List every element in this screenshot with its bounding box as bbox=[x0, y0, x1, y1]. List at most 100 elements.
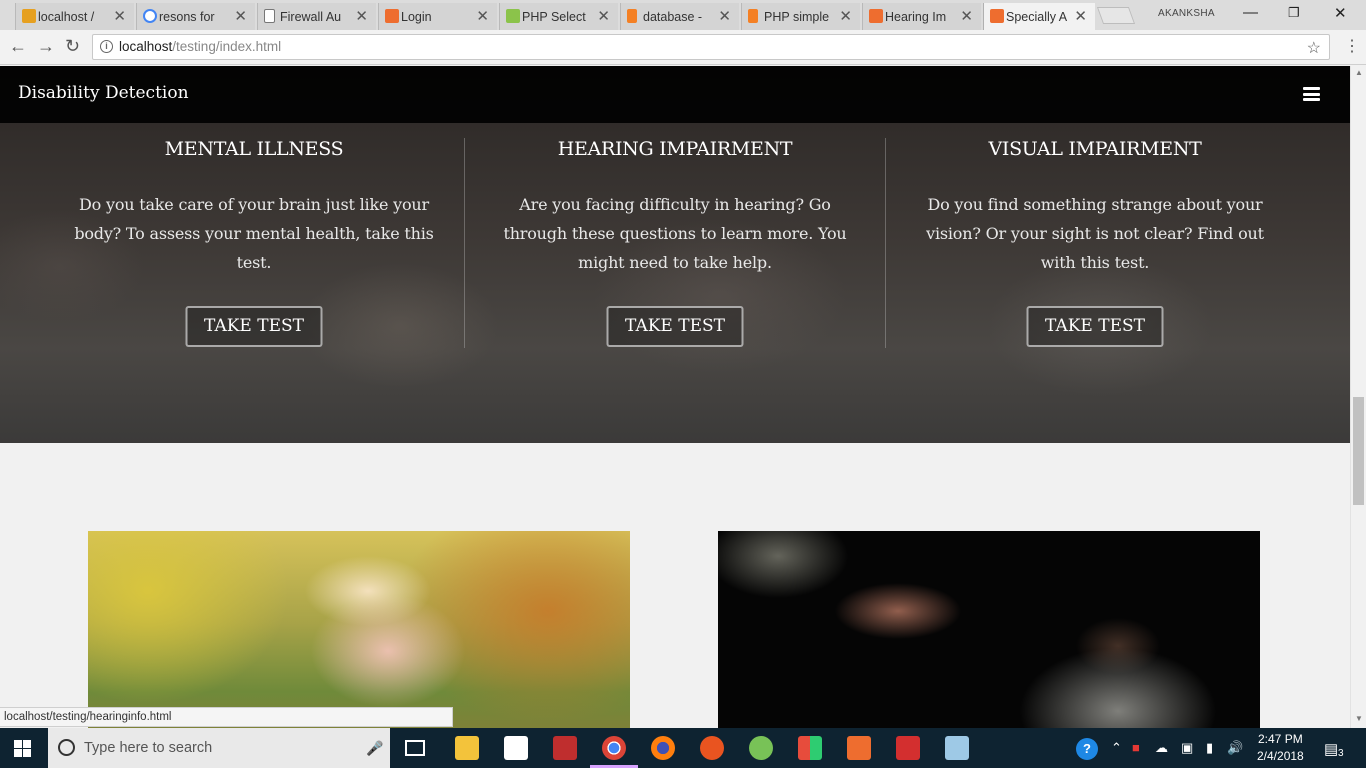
take-test-button[interactable]: TAKE TEST bbox=[606, 306, 744, 347]
tab-title: PHP Select bbox=[522, 9, 586, 24]
gift-icon[interactable]: ■ bbox=[1132, 740, 1140, 755]
tab-title: localhost / bbox=[38, 9, 95, 24]
close-tab-icon[interactable]: ✕ bbox=[476, 7, 489, 25]
taskbar-search-input[interactable]: Type here to search 🎤 bbox=[48, 728, 390, 768]
profile-name[interactable]: AKANKSHA bbox=[1158, 8, 1215, 19]
tab-title: Specially A bbox=[1006, 9, 1068, 24]
take-test-button[interactable]: TAKE TEST bbox=[1026, 306, 1164, 347]
link-status-bar: localhost/testing/hearinginfo.html bbox=[0, 707, 453, 727]
browser-tab[interactable]: database - ✕ bbox=[620, 3, 739, 30]
chrome-icon[interactable] bbox=[602, 736, 626, 760]
take-test-button[interactable]: TAKE TEST bbox=[185, 306, 323, 347]
taskbar-clock[interactable]: 2:47 PM 2/4/2018 bbox=[1257, 731, 1304, 765]
url-path: /testing/index.html bbox=[172, 39, 282, 54]
close-tab-icon[interactable]: ✕ bbox=[960, 7, 973, 25]
scroll-down-icon[interactable]: ▼ bbox=[1355, 714, 1363, 723]
phpmyadmin-favicon-icon bbox=[22, 9, 36, 23]
browser-tab[interactable]: Firewall Au ✕ bbox=[257, 3, 376, 30]
xampp-icon[interactable] bbox=[847, 736, 871, 760]
search-placeholder: Type here to search bbox=[84, 740, 213, 756]
android-studio-icon[interactable] bbox=[749, 736, 773, 760]
scrollbar-thumb[interactable] bbox=[1353, 397, 1364, 505]
office-icon[interactable] bbox=[798, 736, 822, 760]
scroll-up-icon[interactable]: ▲ bbox=[1355, 68, 1363, 77]
microphone-icon[interactable]: 🎤 bbox=[366, 728, 383, 768]
xampp-favicon-icon bbox=[385, 9, 399, 23]
page-viewport: MENTAL ILLNESS Do you take care of your … bbox=[0, 66, 1350, 728]
close-tab-icon[interactable]: ✕ bbox=[234, 7, 247, 25]
browser-tab-active[interactable]: Specially A ✕ bbox=[983, 3, 1095, 30]
restore-icon[interactable]: ❐ bbox=[1288, 5, 1300, 21]
store-icon[interactable] bbox=[504, 736, 528, 760]
tab-title: database - bbox=[643, 9, 703, 24]
section-hearing-impairment: HEARING IMPAIRMENT Are you facing diffic… bbox=[465, 138, 885, 348]
battery-icon[interactable]: ▮ bbox=[1206, 740, 1213, 756]
close-tab-icon[interactable]: ✕ bbox=[839, 7, 852, 25]
info-icon[interactable]: i bbox=[100, 40, 113, 53]
reload-icon[interactable]: ↻ bbox=[65, 36, 80, 57]
notepad-icon[interactable] bbox=[945, 736, 969, 760]
url-host: localhost bbox=[119, 39, 173, 54]
filezilla-icon[interactable] bbox=[553, 736, 577, 760]
browser-tab[interactable]: PHP Select ✕ bbox=[499, 3, 618, 30]
section-title: VISUAL IMPAIRMENT bbox=[988, 138, 1202, 160]
action-center-icon[interactable]: ▤ bbox=[1324, 740, 1338, 758]
hamburger-menu-icon[interactable] bbox=[1303, 87, 1320, 101]
section-title: MENTAL ILLNESS bbox=[164, 138, 344, 160]
ubuntu-icon[interactable] bbox=[700, 736, 724, 760]
back-icon[interactable]: ← bbox=[9, 36, 27, 57]
close-tab-icon[interactable]: ✕ bbox=[355, 7, 368, 25]
windows-taskbar: Type here to search 🎤 ? ⌃ ■ ☁ ▣ ▮ 🔊 2:47… bbox=[0, 728, 1366, 768]
tab-title: Hearing Im bbox=[885, 9, 947, 24]
section-description: Do you take care of your brain just like… bbox=[74, 195, 434, 272]
w3schools-favicon-icon bbox=[506, 9, 520, 23]
tab-title: resons for bbox=[159, 9, 215, 24]
tab-title: Login bbox=[401, 9, 432, 24]
close-window-icon[interactable]: ✕ bbox=[1334, 4, 1347, 22]
browser-tab[interactable]: resons for ✕ bbox=[136, 3, 255, 30]
section-description: Do you find something strange about your… bbox=[926, 195, 1264, 272]
stackoverflow-favicon-icon bbox=[748, 9, 758, 23]
chrome-menu-icon[interactable]: ⋮ bbox=[1344, 36, 1360, 56]
task-view-icon[interactable] bbox=[405, 740, 425, 756]
section-mental-illness: MENTAL ILLNESS Do you take care of your … bbox=[44, 138, 464, 348]
volume-icon[interactable]: 🔊 bbox=[1227, 740, 1243, 756]
tab-title: PHP simple bbox=[764, 9, 830, 24]
site-brand[interactable]: Disability Detection bbox=[18, 83, 189, 103]
browser-tab[interactable]: Hearing Im ✕ bbox=[862, 3, 981, 30]
browser-tab[interactable]: Login ✕ bbox=[378, 3, 497, 30]
wheelchair-woman-photo bbox=[88, 531, 630, 728]
help-icon[interactable]: ? bbox=[1076, 738, 1098, 760]
section-description: Are you facing difficulty in hearing? Go… bbox=[503, 195, 847, 272]
new-tab-button[interactable] bbox=[1096, 7, 1136, 24]
close-tab-icon[interactable]: ✕ bbox=[1074, 7, 1087, 25]
address-bar[interactable]: i localhost/testing/index.html ☆ bbox=[92, 34, 1330, 60]
minimize-icon[interactable]: — bbox=[1243, 4, 1258, 21]
close-tab-icon[interactable]: ✕ bbox=[718, 7, 731, 25]
clock-time: 2:47 PM bbox=[1258, 732, 1303, 746]
file-explorer-icon[interactable] bbox=[455, 736, 479, 760]
windows-start-icon[interactable] bbox=[14, 740, 31, 757]
browser-tab[interactable]: PHP simple ✕ bbox=[741, 3, 860, 30]
section-title: HEARING IMPAIRMENT bbox=[557, 138, 793, 160]
page-scrollbar[interactable]: ▲ ▼ bbox=[1350, 66, 1366, 728]
acrobat-icon[interactable] bbox=[896, 736, 920, 760]
network-icon[interactable]: ▣ bbox=[1181, 740, 1193, 756]
forward-icon[interactable]: → bbox=[37, 36, 55, 57]
site-navbar: Disability Detection bbox=[0, 66, 1350, 123]
close-tab-icon[interactable]: ✕ bbox=[597, 7, 610, 25]
distressed-soldier-photo bbox=[718, 531, 1260, 728]
bookmark-star-icon[interactable]: ☆ bbox=[1307, 37, 1321, 61]
cortana-icon bbox=[58, 739, 75, 756]
tab-title: Firewall Au bbox=[280, 9, 342, 24]
xampp-favicon-icon bbox=[869, 9, 883, 23]
browser-tab[interactable]: localhost / ✕ bbox=[15, 3, 134, 30]
firefox-icon[interactable] bbox=[651, 736, 675, 760]
browser-toolbar: ← → ↻ i localhost/testing/index.html ☆ ⋮ bbox=[0, 30, 1366, 65]
section-visual-impairment: VISUAL IMPAIRMENT Do you find something … bbox=[885, 138, 1305, 348]
close-tab-icon[interactable]: ✕ bbox=[113, 7, 126, 25]
stackoverflow-favicon-icon bbox=[627, 9, 637, 23]
xampp-favicon-icon bbox=[990, 9, 1004, 23]
show-hidden-icons-icon[interactable]: ⌃ bbox=[1111, 740, 1122, 756]
onedrive-icon[interactable]: ☁ bbox=[1155, 740, 1168, 756]
